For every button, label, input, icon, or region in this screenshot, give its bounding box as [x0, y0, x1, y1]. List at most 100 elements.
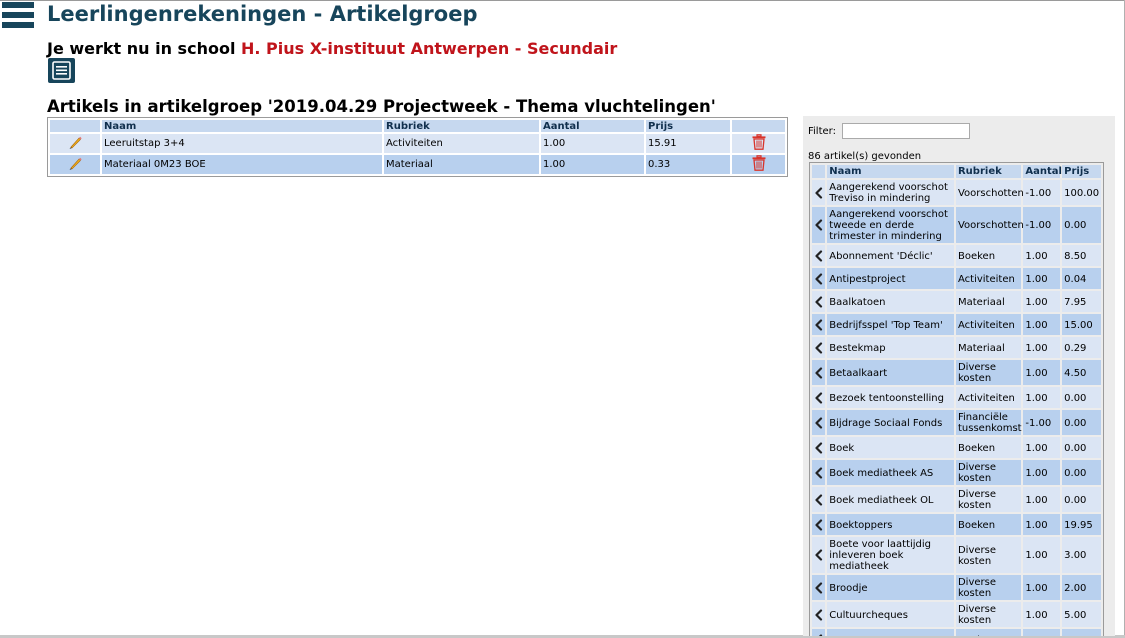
article-naam: Bezoek tentoonstelling [827, 387, 954, 408]
article-prijs: 3.00 [1062, 537, 1101, 573]
filter-input[interactable] [842, 123, 970, 139]
table-row: Bedrijfsspel 'Top Team' Activiteiten 1.00 1… [812, 314, 1101, 335]
article-naam: Bedrijfsspel 'Top Team' [827, 314, 954, 335]
add-article-button[interactable] [812, 602, 826, 627]
row-naam: Materiaal 0M23 BOE [102, 155, 382, 174]
add-article-button[interactable] [812, 337, 826, 358]
article-rubriek: Activiteiten [955, 268, 1022, 289]
add-article-button[interactable] [812, 629, 826, 636]
article-rubriek: Activiteiten [955, 314, 1022, 335]
article-naam: Boektoppers [827, 514, 954, 535]
table-row: Materiaal 0M23 BOE Materiaal 1.00 0.33 [50, 155, 785, 174]
group-col-edit [50, 120, 100, 132]
add-article-button[interactable] [812, 460, 826, 485]
article-aantal: 1.00 [1023, 268, 1061, 289]
group-col-naam[interactable]: Naam [102, 120, 382, 132]
add-article-button[interactable] [812, 180, 826, 205]
edit-button[interactable] [50, 155, 100, 174]
article-col-rubriek[interactable]: Rubriek [955, 165, 1022, 178]
chevron-left-icon [815, 581, 823, 594]
table-row: Antipestproject Activiteiten 1.00 0.04 [812, 268, 1101, 289]
article-search-panel: Filter: 86 artikel(s) gevonden Naam Rubr… [803, 116, 1115, 636]
table-row: Bijdrage Sociaal Fonds Financiële tussenk… [812, 410, 1101, 435]
add-article-button[interactable] [812, 314, 826, 335]
chevron-left-icon [815, 366, 823, 379]
delete-button[interactable] [732, 155, 785, 174]
article-aantal: 1.00 [1023, 487, 1061, 512]
add-article-button[interactable] [812, 437, 826, 458]
chevron-left-icon [818, 633, 823, 636]
add-article-button[interactable] [812, 291, 826, 312]
row-naam: Leeruitstap 3+4 [102, 134, 382, 153]
add-article-button[interactable] [812, 268, 826, 289]
article-aantal: 1.00 [1023, 245, 1061, 266]
add-article-button[interactable] [812, 207, 826, 243]
group-col-aantal[interactable]: Aantal [541, 120, 644, 132]
add-article-button[interactable] [812, 360, 826, 385]
article-prijs: 15.00 [1062, 314, 1101, 335]
table-row: Boek mediatheek OL Diverse kosten 1.00 0.00 [812, 487, 1101, 512]
add-article-button[interactable] [812, 487, 826, 512]
table-row: Aangerekend voorschot Treviso in minderi… [812, 180, 1101, 205]
article-rubriek: Voorschotten [955, 207, 1024, 243]
list-icon [52, 61, 71, 80]
edit-button[interactable] [50, 134, 100, 153]
article-prijs: 4.50 [1062, 360, 1101, 385]
article-naam: Abonnement 'Déclic' [827, 245, 954, 266]
article-col-naam[interactable]: Naam [827, 165, 954, 178]
article-aantal: -1.00 [1023, 410, 1061, 435]
article-naam: Boete voor laattijdig inleveren boek med… [827, 537, 954, 573]
chevron-left-icon [815, 318, 823, 331]
table-row: Betaalkaart Diverse kosten 1.00 4.50 [812, 360, 1101, 385]
article-col-aantal[interactable]: Aantal [1023, 165, 1062, 178]
article-prijs: 2.00 [1062, 575, 1101, 600]
school-line: Je werkt nu in school H. Pius X-instituu… [47, 39, 617, 58]
delete-button[interactable] [732, 134, 785, 153]
group-col-delete [732, 120, 785, 132]
chevron-left-icon [815, 391, 823, 404]
article-prijs: 7.95 [1062, 291, 1101, 312]
article-prijs: 100.00 [1062, 180, 1101, 205]
article-rubriek: Materiaal [955, 337, 1022, 358]
article-rubriek: Diverse kosten [955, 487, 1022, 512]
add-article-button[interactable] [812, 410, 826, 435]
list-button[interactable] [48, 58, 75, 83]
article-naam: Bestekmap [827, 337, 954, 358]
hamburger-icon[interactable] [2, 2, 34, 36]
article-naam: Cursus [827, 629, 954, 636]
article-aantal: -1.00 [1023, 207, 1061, 243]
table-row: Cultuurcheques Diverse kosten 1.00 5.00 [812, 602, 1101, 627]
chevron-left-icon [815, 295, 823, 308]
article-rubriek: Diverse kosten [955, 575, 1022, 600]
chevron-left-icon [815, 549, 823, 561]
table-row: Baalkatoen Materiaal 1.00 7.95 [812, 291, 1101, 312]
article-rubriek: Boeken [955, 245, 1022, 266]
add-article-button[interactable] [812, 575, 826, 600]
chevron-left-icon [815, 186, 823, 199]
article-aantal: 1.00 [1023, 514, 1061, 535]
article-rubriek: Diverse kosten [955, 460, 1022, 485]
article-col-prijs[interactable]: Prijs [1062, 165, 1101, 178]
add-article-button[interactable] [812, 245, 826, 266]
article-aantal: 1.00 [1023, 337, 1061, 358]
page-title: Leerlingenrekeningen - Artikelgroep [47, 2, 478, 26]
article-prijs: 0.00 [1062, 460, 1101, 485]
table-row: Aangerekend voorschot tweede en derde tr… [812, 207, 1101, 243]
article-naam: Boek mediatheek OL [827, 487, 954, 512]
row-aantal: 1.00 [541, 155, 644, 174]
article-prijs: 19.95 [1062, 514, 1101, 535]
table-row: Boek Boeken 1.00 0.00 [812, 437, 1101, 458]
article-naam: Boek mediatheek AS [827, 460, 954, 485]
trash-icon [752, 134, 765, 150]
article-rubriek: Boeken [955, 629, 1022, 636]
add-article-button[interactable] [812, 514, 826, 535]
article-prijs: 0.00 [1062, 629, 1101, 636]
article-naam: Antipestproject [827, 268, 954, 289]
row-rubriek: Materiaal [384, 155, 539, 174]
article-aantal: 1.00 [1023, 360, 1061, 385]
group-col-prijs[interactable]: Prijs [646, 120, 730, 132]
article-prijs: 0.00 [1062, 410, 1101, 435]
add-article-button[interactable] [812, 387, 826, 408]
add-article-button[interactable] [812, 537, 826, 573]
group-col-rubriek[interactable]: Rubriek [384, 120, 539, 132]
